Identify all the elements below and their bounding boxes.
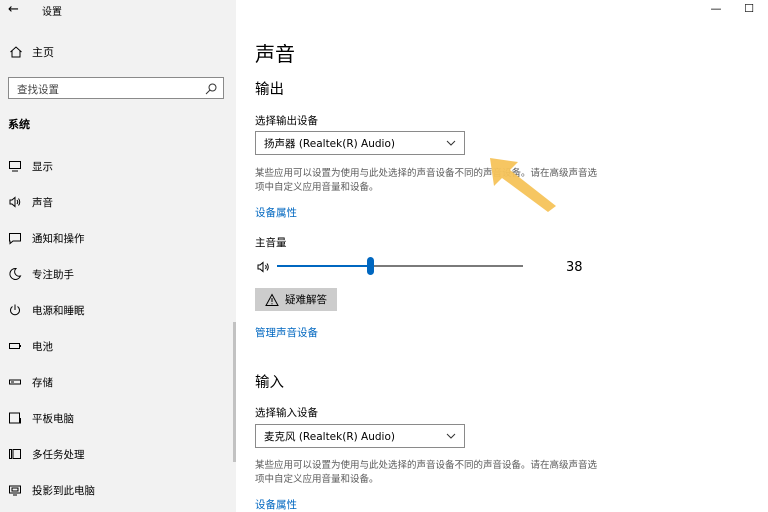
sidebar-item-home[interactable]: 主页	[8, 43, 54, 61]
output-device-value: 扬声器 (Realtek(R) Audio)	[264, 137, 395, 150]
volume-slider[interactable]	[277, 257, 523, 275]
sidebar-item-tablet[interactable]: 平板电脑	[6, 407, 232, 429]
sidebar-item-project[interactable]: 投影到此电脑	[6, 479, 232, 501]
input-heading: 输入	[255, 375, 284, 391]
output-device-properties-link[interactable]: 设备属性	[255, 205, 297, 220]
sidebar-item-label: 主页	[32, 46, 54, 59]
input-device-select[interactable]: 麦克风 (Realtek(R) Audio)	[255, 424, 465, 448]
notification-icon	[6, 229, 24, 247]
moon-icon	[6, 265, 24, 283]
sidebar-item-label: 多任务处理	[32, 448, 85, 461]
back-arrow-icon[interactable]: ←	[8, 2, 24, 18]
multitask-icon	[6, 445, 24, 463]
sidebar-item-power-sleep[interactable]: 电源和睡眠	[6, 299, 232, 321]
troubleshoot-label: 疑难解答	[285, 294, 327, 306]
input-select-label: 选择输入设备	[255, 407, 318, 419]
sidebar-item-label: 专注助手	[32, 268, 74, 281]
volume-icon[interactable]	[256, 259, 272, 275]
sidebar-item-notifications[interactable]: 通知和操作	[6, 227, 232, 249]
annotation-arrow-icon	[490, 158, 556, 212]
sidebar-item-sound[interactable]: 声音	[6, 191, 232, 213]
sidebar-item-label: 存储	[32, 376, 53, 389]
search-icon[interactable]	[204, 81, 218, 95]
sidebar-section-title: 系统	[8, 118, 30, 131]
sidebar-item-label: 声音	[32, 196, 53, 209]
speaker-icon	[6, 193, 24, 211]
chevron-down-icon	[446, 431, 456, 441]
search-box[interactable]	[8, 77, 224, 100]
sidebar-item-multitasking[interactable]: 多任务处理	[6, 443, 232, 465]
sidebar-item-focus-assist[interactable]: 专注助手	[6, 263, 232, 285]
app-title: 设置	[42, 7, 62, 18]
output-select-label: 选择输出设备	[255, 115, 318, 127]
sidebar-item-label: 电源和睡眠	[32, 304, 85, 317]
battery-icon	[6, 337, 24, 355]
project-icon	[6, 481, 24, 499]
power-icon	[6, 301, 24, 319]
home-icon	[8, 44, 24, 60]
master-volume-label: 主音量	[255, 237, 287, 249]
storage-icon	[6, 373, 24, 391]
chevron-down-icon	[446, 138, 456, 148]
volume-value: 38	[566, 260, 583, 275]
input-device-properties-link[interactable]: 设备属性	[255, 497, 297, 512]
sidebar-item-label: 投影到此电脑	[32, 484, 95, 497]
input-device-value: 麦克风 (Realtek(R) Audio)	[264, 430, 395, 443]
manage-sound-devices-link[interactable]: 管理声音设备	[255, 325, 318, 340]
tablet-icon	[6, 409, 24, 427]
troubleshoot-button[interactable]: 疑难解答	[255, 288, 337, 311]
sidebar-item-label: 平板电脑	[32, 412, 74, 425]
input-description: 某些应用可以设置为使用与此处选择的声音设备不同的声音设备。请在高级声音选项中自定…	[255, 460, 598, 485]
main-content: 声音 输出 选择输出设备 扬声器 (Realtek(R) Audio) 某些应用…	[236, 0, 768, 512]
sidebar-item-label: 电池	[32, 340, 53, 353]
volume-slider-fill	[277, 265, 371, 267]
search-input[interactable]	[9, 80, 199, 100]
sidebar-item-battery[interactable]: 电池	[6, 335, 232, 357]
output-heading: 输出	[255, 82, 284, 98]
warning-icon	[265, 292, 279, 307]
monitor-icon	[6, 157, 24, 175]
sidebar-item-label: 通知和操作	[32, 232, 85, 245]
sidebar-item-storage[interactable]: 存储	[6, 371, 232, 393]
output-device-select[interactable]: 扬声器 (Realtek(R) Audio)	[255, 131, 465, 155]
volume-slider-thumb[interactable]	[367, 257, 375, 275]
page-title: 声音	[255, 42, 295, 66]
sidebar-item-display[interactable]: 显示	[6, 155, 232, 177]
sidebar: ← 设置 主页 系统 显示 声音 通知和操作 专注助手	[0, 0, 236, 512]
sidebar-item-label: 显示	[32, 160, 53, 173]
